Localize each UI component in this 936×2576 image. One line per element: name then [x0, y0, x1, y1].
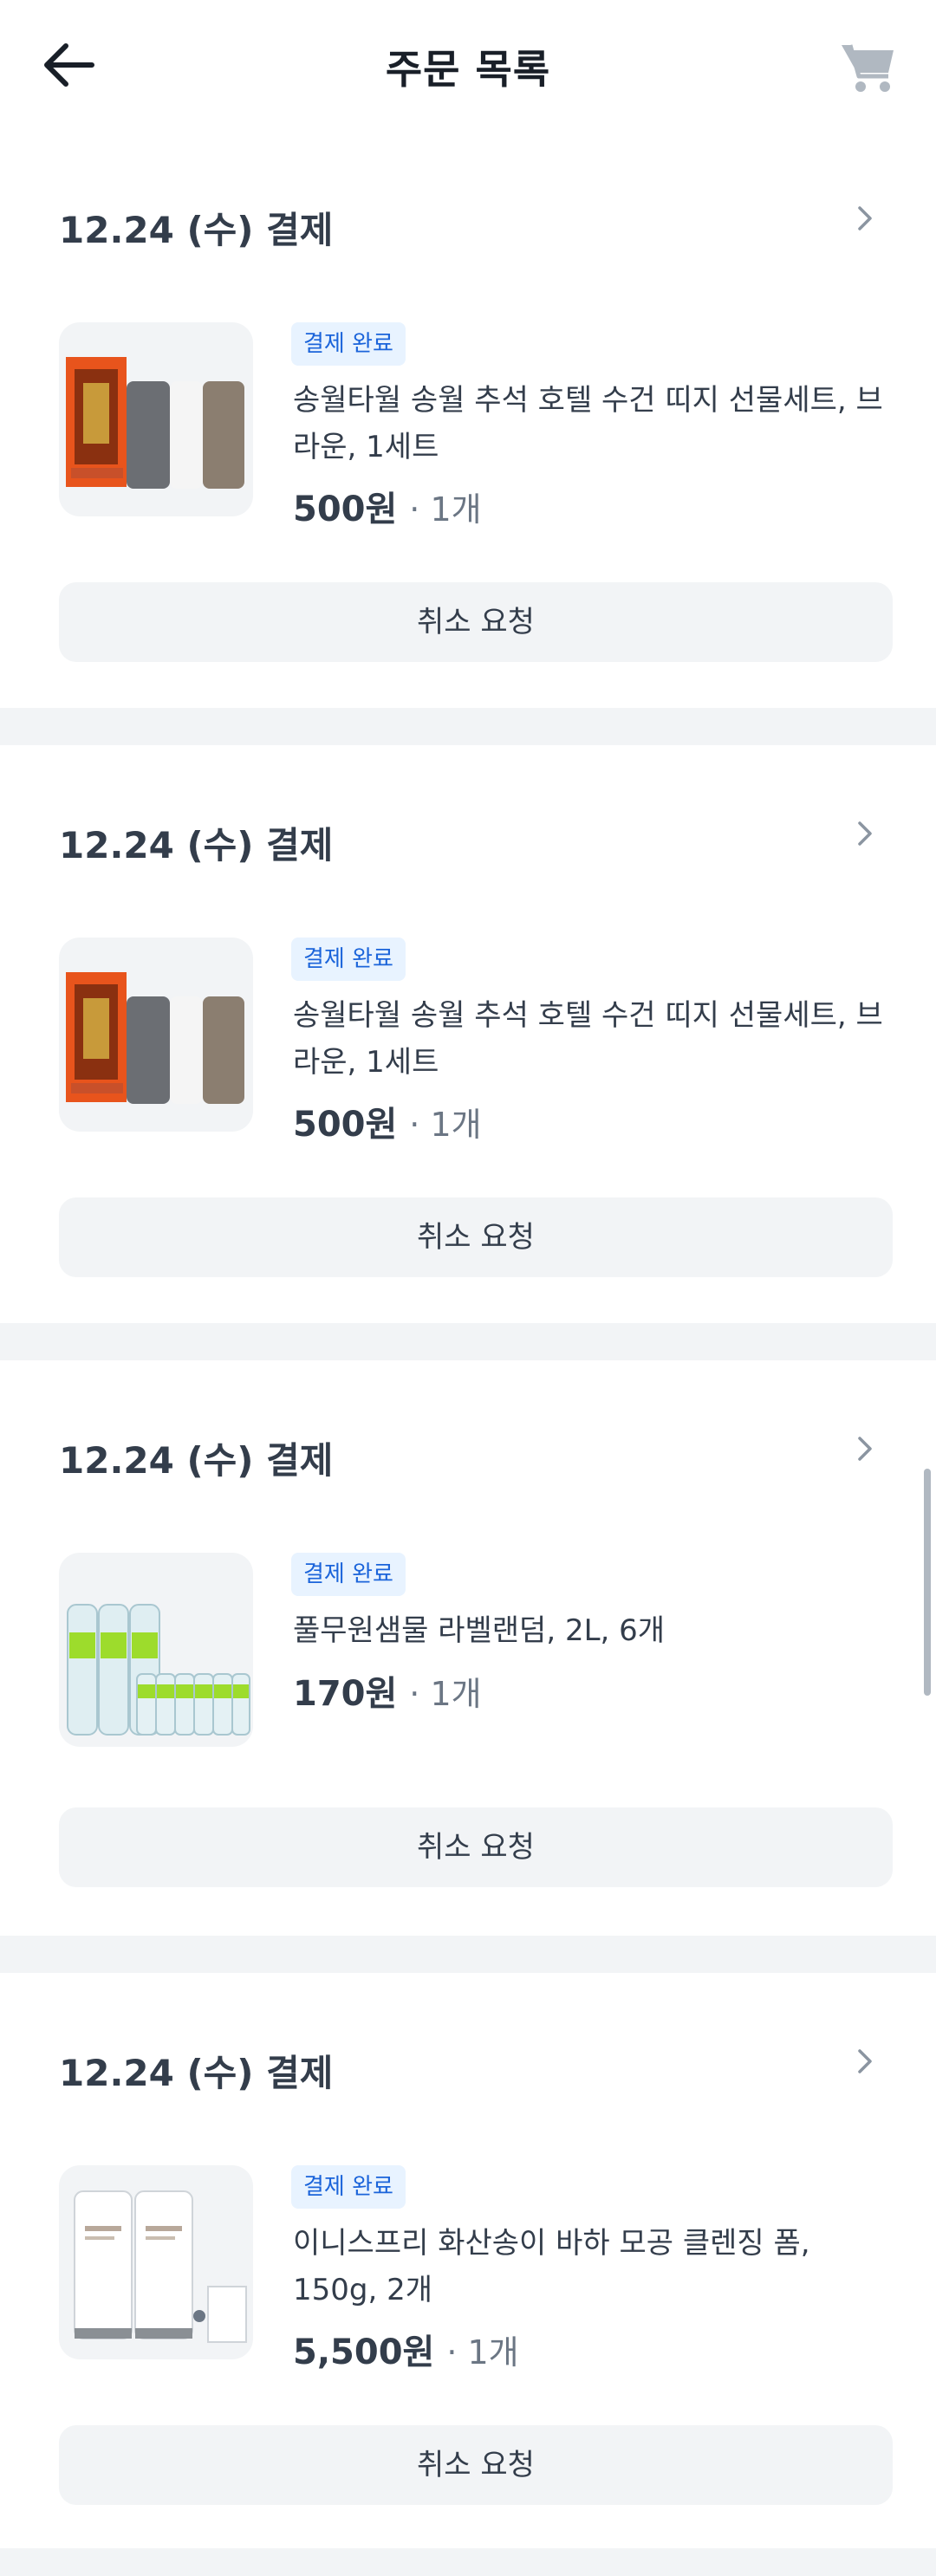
- product-thumbnail[interactable]: [59, 938, 253, 1132]
- status-badge: 결제 완료: [291, 322, 406, 366]
- section-divider: [0, 1323, 936, 1360]
- status-badge: 결제 완료: [291, 1553, 406, 1596]
- price-row: 500원 · 1개: [293, 1096, 482, 1146]
- cart-button[interactable]: [835, 35, 901, 101]
- product-name[interactable]: 풀무원샘물 라벨랜덤, 2L, 6개: [293, 1607, 891, 1654]
- quantity: · 1개: [409, 1106, 482, 1144]
- order-date: 12.24 (수) 결제: [59, 2052, 334, 2094]
- product-thumbnail[interactable]: [59, 322, 253, 516]
- order-card: 12.24 (수) 결제 결제 완료 송월타월 송월 추석 호텔 수건 띠지 선…: [0, 745, 936, 1323]
- scrollbar[interactable]: [924, 1469, 931, 1696]
- order-date: 12.24 (수) 결제: [59, 209, 334, 251]
- chevron-right-icon[interactable]: [848, 2044, 882, 2079]
- section-divider: [0, 2548, 936, 2576]
- product-name[interactable]: 이니스프리 화산송이 바하 모공 클렌징 폼, 150g, 2개: [293, 2220, 891, 2313]
- price: 5,500원: [293, 2333, 435, 2372]
- cancel-request-button[interactable]: 취소 요청: [59, 1197, 893, 1277]
- order-card: 12.24 (수) 결제 결제 완료 이니스프리 화산송이 바하 모공 클렌징 …: [0, 1973, 936, 2548]
- chevron-right-icon[interactable]: [848, 201, 882, 236]
- top-app-bar: 주문 목록: [0, 0, 936, 130]
- order-list: 12.24 (수) 결제 결제 완료 송월타월 송월 추석 호텔 수건 띠지 선…: [0, 130, 936, 2576]
- product-name[interactable]: 송월타월 송월 추석 호텔 수건 띠지 선물세트, 브라운, 1세트: [293, 992, 891, 1086]
- product-name[interactable]: 송월타월 송월 추석 호텔 수건 띠지 선물세트, 브라운, 1세트: [293, 377, 891, 470]
- quantity: · 1개: [409, 1675, 482, 1713]
- cancel-request-button[interactable]: 취소 요청: [59, 1807, 893, 1887]
- cancel-request-button[interactable]: 취소 요청: [59, 582, 893, 662]
- cleansing-foam-tubes-image: [74, 2190, 247, 2343]
- price: 500원: [293, 1105, 398, 1145]
- chevron-right-icon[interactable]: [848, 1431, 882, 1466]
- order-date: 12.24 (수) 결제: [59, 1439, 334, 1482]
- status-badge: 결제 완료: [291, 2165, 406, 2209]
- cart-icon: [842, 44, 894, 92]
- product-thumbnail[interactable]: [59, 2165, 253, 2359]
- product-thumbnail[interactable]: [59, 1553, 253, 1747]
- status-badge: 결제 완료: [291, 938, 406, 981]
- price-row: 500원 · 1개: [293, 481, 482, 531]
- order-date: 12.24 (수) 결제: [59, 824, 334, 866]
- water-bottles-image: [67, 1604, 250, 1736]
- price-row: 170원 · 1개: [293, 1665, 482, 1716]
- chevron-right-icon[interactable]: [848, 816, 882, 851]
- order-card: 12.24 (수) 결제 결제 완료 송월타월 송월 추석 호텔 수건 띠지 선…: [0, 130, 936, 708]
- page-title: 주문 목록: [385, 46, 551, 93]
- quantity: · 1개: [409, 490, 482, 529]
- section-divider: [0, 1936, 936, 1973]
- section-divider: [0, 708, 936, 745]
- towel-gift-set-image: [66, 357, 244, 489]
- order-card: 12.24 (수) 결제 결제 완료 풀무원샘물 라벨랜덤, 2L, 6개 17…: [0, 1360, 936, 1936]
- price: 500원: [293, 490, 398, 529]
- price-row: 5,500원 · 1개: [293, 2324, 519, 2374]
- towel-gift-set-image: [66, 972, 244, 1104]
- price: 170원: [293, 1674, 398, 1714]
- cancel-request-button[interactable]: 취소 요청: [59, 2425, 893, 2505]
- quantity: · 1개: [446, 2333, 519, 2372]
